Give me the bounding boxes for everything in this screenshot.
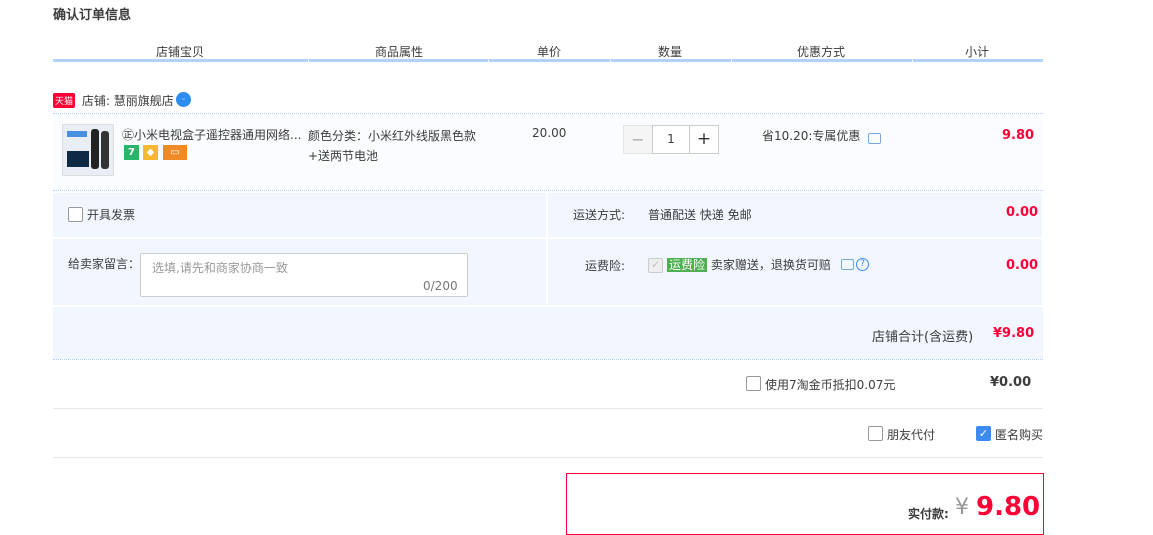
header-divider [53, 59, 1043, 62]
column-separator [912, 60, 913, 63]
column-header-attributes: 商品属性 [375, 45, 424, 59]
friend-pay-checkbox[interactable] [868, 426, 883, 441]
insurance-tag: 运费险 [667, 258, 708, 272]
pay-amount: 9.80 [976, 492, 1041, 522]
column-separator [610, 60, 611, 63]
invoice-checkbox[interactable] [68, 207, 83, 222]
help-icon[interactable]: ? [856, 258, 869, 271]
tmall-badge: 天猫 [53, 93, 76, 108]
product-attributes: 颜色分类：小米红外线版黑色款 +送两节电池 [308, 126, 476, 166]
product-title-link[interactable]: ㊣小米电视盒子遥控器通用网络... [122, 126, 304, 143]
anonymous-label: 匿名购买 [995, 428, 1044, 442]
coins-amount: ¥0.00 [990, 375, 1032, 390]
column-header-quantity: 数量 [658, 45, 683, 59]
column-header-unit-price: 单价 [537, 45, 562, 59]
insurance-checkbox-disabled: ✓ [648, 258, 663, 273]
coins-checkbox[interactable] [746, 376, 761, 391]
thumbnail-tv-graphic [67, 151, 89, 167]
insurance-info: 运费险 卖家赠送，退换货可赔 [667, 256, 831, 273]
wangwang-chat-icon[interactable]: ᵕ [176, 92, 191, 107]
column-separator [308, 60, 309, 63]
thumbnail-box-graphic [67, 131, 87, 137]
insurance-amount: 0.00 [1006, 258, 1039, 273]
payment-summary-box [566, 473, 1044, 535]
product-thumbnail[interactable] [62, 124, 114, 176]
column-separator [731, 60, 732, 63]
insurance-desc: 卖家赠送，退换货可赔 [710, 258, 831, 272]
store-name-link[interactable]: 店铺: 慧丽旗舰店 [82, 94, 174, 108]
quantity-increase-button[interactable]: + [689, 125, 719, 154]
unit-price: 20.00 [532, 126, 567, 140]
quality-guarantee-icon[interactable]: ◆ [143, 145, 158, 160]
shipping-amount: 0.00 [1006, 205, 1039, 220]
options-divider [53, 457, 1043, 458]
pay-currency: ¥ [955, 495, 969, 520]
quantity-input[interactable]: 1 [652, 125, 690, 154]
shipping-label: 运送方式: [573, 208, 626, 222]
seven-day-return-icon[interactable]: 7 [124, 145, 139, 160]
store-total-label: 店铺合计(含运费) [872, 330, 974, 345]
insurance-label: 运费险: [585, 259, 626, 273]
spec-color: 颜色分类：小米红外线版黑色款 [308, 129, 477, 143]
friend-pay-label: 朋友代付 [887, 428, 936, 442]
coins-divider [53, 408, 1043, 409]
coins-label: 使用7淘金币抵扣0.07元 [765, 378, 896, 392]
invoice-label: 开具发票 [87, 208, 136, 222]
column-header-item: 店铺宝贝 [156, 45, 205, 59]
shipping-method[interactable]: 普通配送 快递 免邮 [648, 206, 752, 223]
column-header-subtotal: 小计 [965, 45, 990, 59]
spec-extra: +送两节电池 [308, 149, 379, 163]
page-title: 确认订单信息 [53, 8, 132, 23]
thumbnail-remote-graphic [91, 129, 99, 169]
thumbnail-remote-graphic [101, 131, 109, 169]
column-header-discount: 优惠方式 [797, 45, 846, 59]
promo-text: 省10.20:专属优惠 [762, 129, 861, 143]
promo-comment-icon[interactable] [868, 133, 881, 144]
message-label: 给卖家留言： [68, 257, 141, 271]
insurance-comment-icon[interactable] [841, 259, 854, 270]
credit-card-icon[interactable]: ▭ [163, 145, 187, 160]
item-bottom-divider [53, 190, 1043, 191]
anonymous-checkbox[interactable]: ✓ [976, 426, 991, 441]
store-total-amount: ¥9.80 [993, 326, 1035, 341]
column-separator [488, 60, 489, 63]
store-total-divider [53, 359, 1043, 360]
quantity-decrease-button[interactable]: − [623, 125, 653, 154]
item-subtotal: 9.80 [1002, 128, 1035, 143]
pay-label: 实付款: [908, 507, 949, 521]
store-row: 天猫 店铺: 慧丽旗舰店 [53, 92, 174, 109]
message-placeholder: 选填,请先和商家协商一致 [152, 261, 288, 275]
message-char-count: 0/200 [423, 279, 458, 293]
